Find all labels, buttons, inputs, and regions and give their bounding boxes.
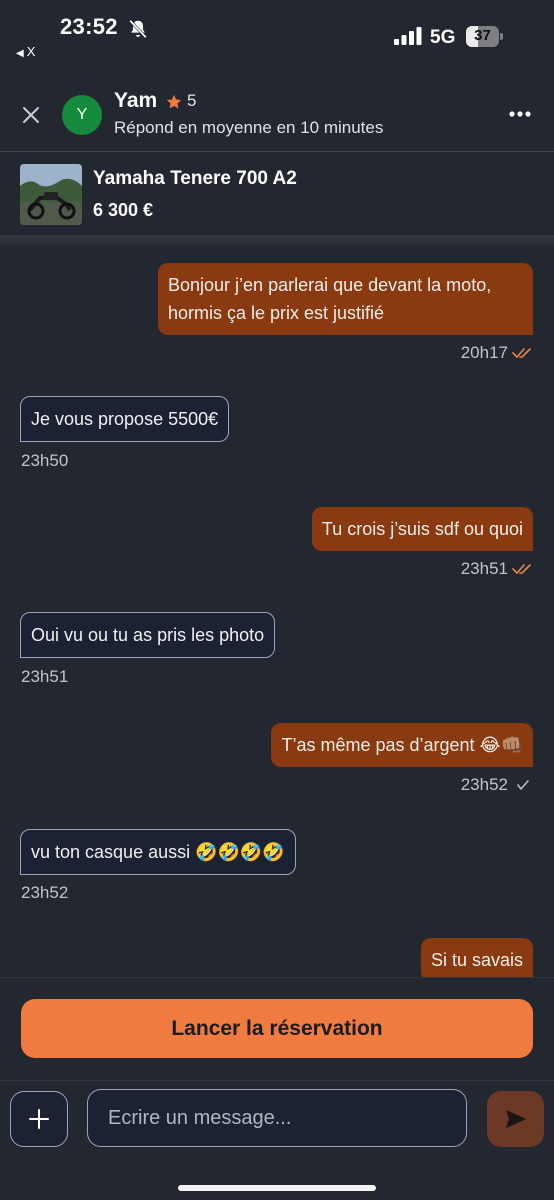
avatar[interactable]: Y	[62, 95, 102, 135]
contact-name[interactable]: Yam	[114, 89, 157, 113]
message-time: 23h51	[460, 559, 508, 578]
back-triangle-icon: ◀	[16, 48, 24, 59]
double-check-icon	[512, 348, 531, 358]
plus-icon	[29, 1109, 49, 1129]
listing-price: 6 300 €	[93, 200, 154, 220]
message-time: 23h51	[21, 667, 69, 686]
message-bubble-outgoing[interactable]: T’as même pas d’argent 😂👊🏽	[271, 723, 533, 767]
star-icon	[166, 94, 182, 109]
listing-divider-shadow	[0, 235, 554, 249]
back-to-app-link[interactable]: ◀ X	[16, 44, 35, 59]
listing-thumbnail	[20, 164, 82, 225]
message-meta: 23h52	[461, 775, 532, 795]
network-type: 5G	[430, 27, 456, 48]
status-time: 23:52	[60, 14, 118, 39]
listing-title: Yamaha Tenere 700 A2	[93, 168, 297, 189]
rating-value: 5	[187, 91, 197, 110]
more-icon[interactable]	[508, 110, 532, 118]
divider	[0, 1080, 554, 1081]
double-check-icon	[512, 564, 531, 574]
message-time: 20h17	[460, 343, 508, 362]
listing-card[interactable]: Yamaha Tenere 700 A2 6 300 €	[0, 153, 554, 235]
single-check-icon	[517, 780, 529, 790]
home-indicator	[178, 1185, 376, 1191]
bell-slash-icon	[129, 19, 147, 39]
send-icon	[505, 1110, 526, 1128]
message-meta: 23h51	[461, 559, 532, 579]
message-bubble-incoming[interactable]: vu ton casque aussi 🤣🤣🤣🤣	[20, 829, 296, 875]
send-button[interactable]	[487, 1091, 544, 1147]
message-time: 23h52	[460, 775, 508, 794]
battery-indicator: 37	[466, 26, 503, 47]
signal-icon	[394, 27, 422, 45]
composer-area: Lancer la réservation	[0, 977, 554, 1200]
message-input[interactable]	[87, 1089, 467, 1147]
message-list[interactable]: Bonjour j’en parlerai que devant la moto…	[0, 249, 554, 977]
message-meta: 20h17	[461, 343, 532, 363]
message-bubble-outgoing[interactable]: Bonjour j’en parlerai que devant la moto…	[158, 263, 533, 335]
message-time: 23h52	[21, 883, 69, 902]
message-bubble-outgoing[interactable]: Si tu savais	[420, 938, 533, 977]
message-bubble-incoming[interactable]: Oui vu ou tu as pris les photo	[20, 612, 276, 658]
status-bar: 23:52 ◀ X 5G 37	[0, 0, 554, 70]
message-bubble-incoming[interactable]: Je vous propose 5500€	[20, 396, 230, 442]
message-time: 23h50	[21, 451, 69, 470]
response-time: Répond en moyenne en 10 minutes	[114, 118, 384, 137]
close-icon[interactable]	[20, 104, 42, 126]
add-attachment-button[interactable]	[10, 1091, 68, 1147]
message-bubble-outgoing[interactable]: Tu crois j’suis sdf ou quoi	[311, 507, 533, 551]
chat-header: Y Yam 5 Répond en moyenne en 10 minutes	[0, 80, 554, 152]
back-app-label: X	[26, 44, 36, 59]
battery-level: 37	[474, 27, 491, 44]
start-reservation-button[interactable]: Lancer la réservation	[21, 999, 533, 1058]
